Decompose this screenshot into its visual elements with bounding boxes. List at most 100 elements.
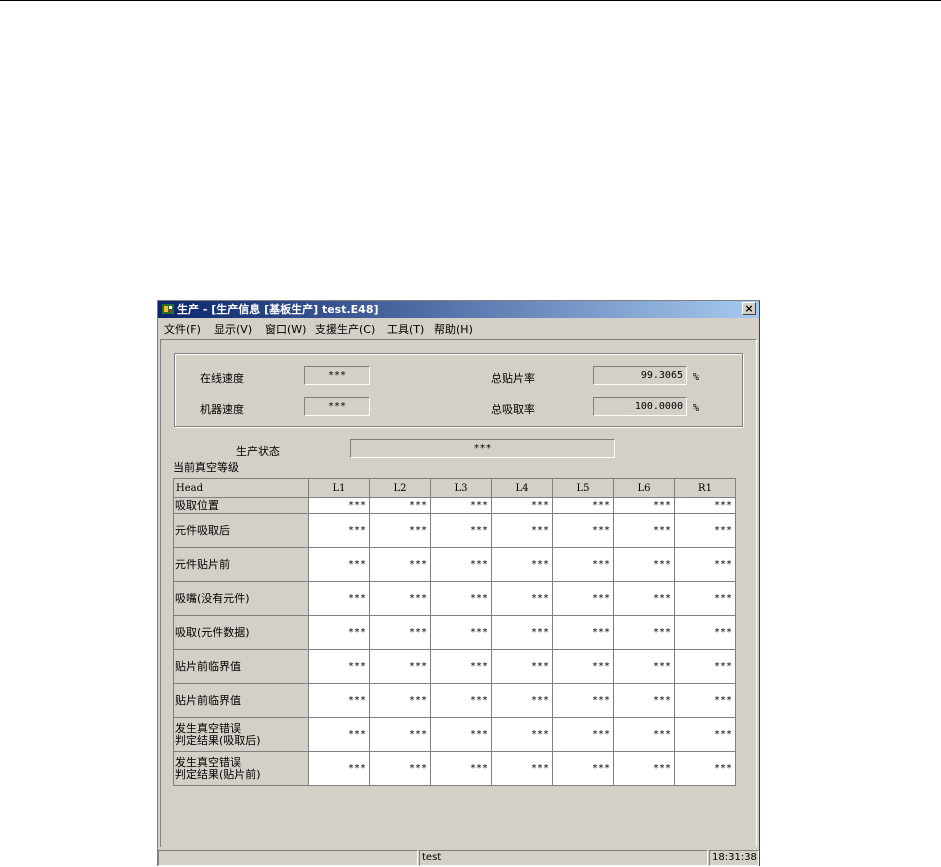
table-cell: *** bbox=[491, 547, 553, 582]
row-header: 发生真空错误 判定结果(吸取后) bbox=[173, 717, 309, 752]
window-title: 生产 - [生产信息 [基板生产] test.E48] bbox=[177, 303, 379, 316]
table-cell: *** bbox=[674, 615, 736, 650]
table-cell: *** bbox=[552, 497, 614, 514]
column-header: L5 bbox=[552, 478, 614, 498]
table-cell: *** bbox=[430, 751, 492, 786]
table-cell: *** bbox=[674, 581, 736, 616]
vacuum-level-label: 当前真空等级 bbox=[173, 461, 239, 474]
menu-file[interactable]: 文件(F) bbox=[164, 321, 201, 337]
row-header-line: 判定结果(吸取后) bbox=[175, 733, 261, 747]
table-cell: *** bbox=[491, 615, 553, 650]
total-pickup-rate-field: 100.0000 bbox=[593, 397, 687, 416]
column-header: R1 bbox=[674, 478, 736, 498]
total-placement-rate-field: 99.3065 bbox=[593, 366, 687, 385]
column-header: L1 bbox=[308, 478, 370, 498]
row-header: 元件贴片前 bbox=[173, 547, 309, 582]
table-cell: *** bbox=[613, 615, 675, 650]
top-rule bbox=[0, 0, 941, 1]
table-row: 贴片前临界值 *** *** *** *** *** *** *** bbox=[173, 649, 736, 684]
column-header: L4 bbox=[491, 478, 553, 498]
production-status-field: *** bbox=[350, 439, 615, 458]
table-row: 发生真空错误 判定结果(贴片前) *** *** *** *** *** *** *** bbox=[173, 751, 736, 786]
table-cell: *** bbox=[552, 683, 614, 718]
row-header: 吸取位置 bbox=[173, 497, 309, 514]
app-icon bbox=[162, 304, 174, 314]
online-speed-label: 在线速度 bbox=[200, 372, 244, 385]
row-header-line: 贴片前临界值 bbox=[175, 659, 241, 673]
column-header: L6 bbox=[613, 478, 675, 498]
table-cell: *** bbox=[491, 751, 553, 786]
status-pane-file: test bbox=[419, 850, 708, 866]
table-cell: *** bbox=[552, 751, 614, 786]
row-header-line: 发生真空错误 bbox=[175, 755, 241, 769]
table-cell: *** bbox=[674, 751, 736, 786]
table-cell: *** bbox=[430, 547, 492, 582]
online-speed-field: *** bbox=[304, 366, 370, 385]
menu-window[interactable]: 窗口(W) bbox=[265, 321, 306, 337]
row-header: 贴片前临界值 bbox=[173, 683, 309, 718]
table-row: 元件贴片前 *** *** *** *** *** *** *** bbox=[173, 547, 736, 582]
row-header-line: 发生真空错误 bbox=[175, 721, 241, 735]
table-cell: *** bbox=[369, 683, 431, 718]
table-cell: *** bbox=[674, 497, 736, 514]
table-cell: *** bbox=[430, 649, 492, 684]
status-pane-main bbox=[158, 850, 418, 866]
table-row: 贴片前临界值 *** *** *** *** *** *** *** bbox=[173, 683, 736, 718]
client-area: 在线速度 *** 机器速度 *** 总贴片率 99.3065 % 总吸取率 10… bbox=[160, 339, 757, 847]
percent-unit: % bbox=[693, 403, 700, 414]
table-row: 吸嘴(没有元件) *** *** *** *** *** *** *** bbox=[173, 581, 736, 616]
table-cell: *** bbox=[308, 751, 370, 786]
menu-support[interactable]: 支援生产(C) bbox=[315, 321, 375, 337]
table-cell: *** bbox=[674, 547, 736, 582]
menu-tools[interactable]: 工具(T) bbox=[387, 321, 424, 337]
table-cell: *** bbox=[308, 581, 370, 616]
table-cell: *** bbox=[613, 649, 675, 684]
status-pane-time: 18:31:38 bbox=[709, 850, 759, 866]
table-row: 吸取(元件数据) *** *** *** *** *** *** *** bbox=[173, 615, 736, 650]
table-cell: *** bbox=[308, 683, 370, 718]
table-cell: *** bbox=[430, 683, 492, 718]
table-cell: *** bbox=[552, 615, 614, 650]
row-header-line: 元件贴片前 bbox=[175, 557, 230, 571]
table-header-row: Head L1 L2 L3 L4 L5 L6 R1 bbox=[173, 478, 736, 498]
column-header: L3 bbox=[430, 478, 492, 498]
table-cell: *** bbox=[369, 513, 431, 548]
row-header-line: 贴片前临界值 bbox=[175, 693, 241, 707]
table-cell: *** bbox=[430, 581, 492, 616]
table-cell: *** bbox=[491, 513, 553, 548]
menu-help[interactable]: 帮助(H) bbox=[434, 321, 473, 337]
status-bar: test 18:31:38 bbox=[158, 849, 759, 867]
menu-view[interactable]: 显示(V) bbox=[214, 321, 252, 337]
table-cell: *** bbox=[369, 649, 431, 684]
table-cell: *** bbox=[308, 547, 370, 582]
table-row: 发生真空错误 判定结果(吸取后) *** *** *** *** *** *** *** bbox=[173, 717, 736, 752]
close-icon[interactable]: × bbox=[742, 302, 756, 315]
table-cell: *** bbox=[613, 717, 675, 752]
table-row: 元件吸取后 *** *** *** *** *** *** *** bbox=[173, 513, 736, 548]
table-cell: *** bbox=[674, 513, 736, 548]
table-cell: *** bbox=[613, 581, 675, 616]
table-cell: *** bbox=[308, 513, 370, 548]
percent-unit: % bbox=[693, 372, 700, 383]
table-cell: *** bbox=[552, 513, 614, 548]
row-header-line: 吸嘴(没有元件) bbox=[175, 591, 250, 605]
table-cell: *** bbox=[369, 497, 431, 514]
table-cell: *** bbox=[613, 683, 675, 718]
table-cell: *** bbox=[552, 547, 614, 582]
table-cell: *** bbox=[491, 497, 553, 514]
row-header: 贴片前临界值 bbox=[173, 649, 309, 684]
table-cell: *** bbox=[491, 581, 553, 616]
column-header: L2 bbox=[369, 478, 431, 498]
table-cell: *** bbox=[430, 497, 492, 514]
speed-rate-group: 在线速度 *** 机器速度 *** 总贴片率 99.3065 % 总吸取率 10… bbox=[174, 353, 743, 427]
production-window: 生产 - [生产信息 [基板生产] test.E48] × 文件(F) 显示(V… bbox=[157, 300, 760, 866]
table-cell: *** bbox=[430, 513, 492, 548]
table-cell: *** bbox=[491, 717, 553, 752]
table-cell: *** bbox=[613, 513, 675, 548]
table-cell: *** bbox=[552, 649, 614, 684]
vacuum-table: Head L1 L2 L3 L4 L5 L6 R1 吸取位置 *** *** *** *… bbox=[173, 478, 736, 786]
table-cell: *** bbox=[430, 717, 492, 752]
title-bar[interactable]: 生产 - [生产信息 [基板生产] test.E48] × bbox=[158, 301, 759, 318]
table-cell: *** bbox=[552, 581, 614, 616]
table-cell: *** bbox=[613, 547, 675, 582]
